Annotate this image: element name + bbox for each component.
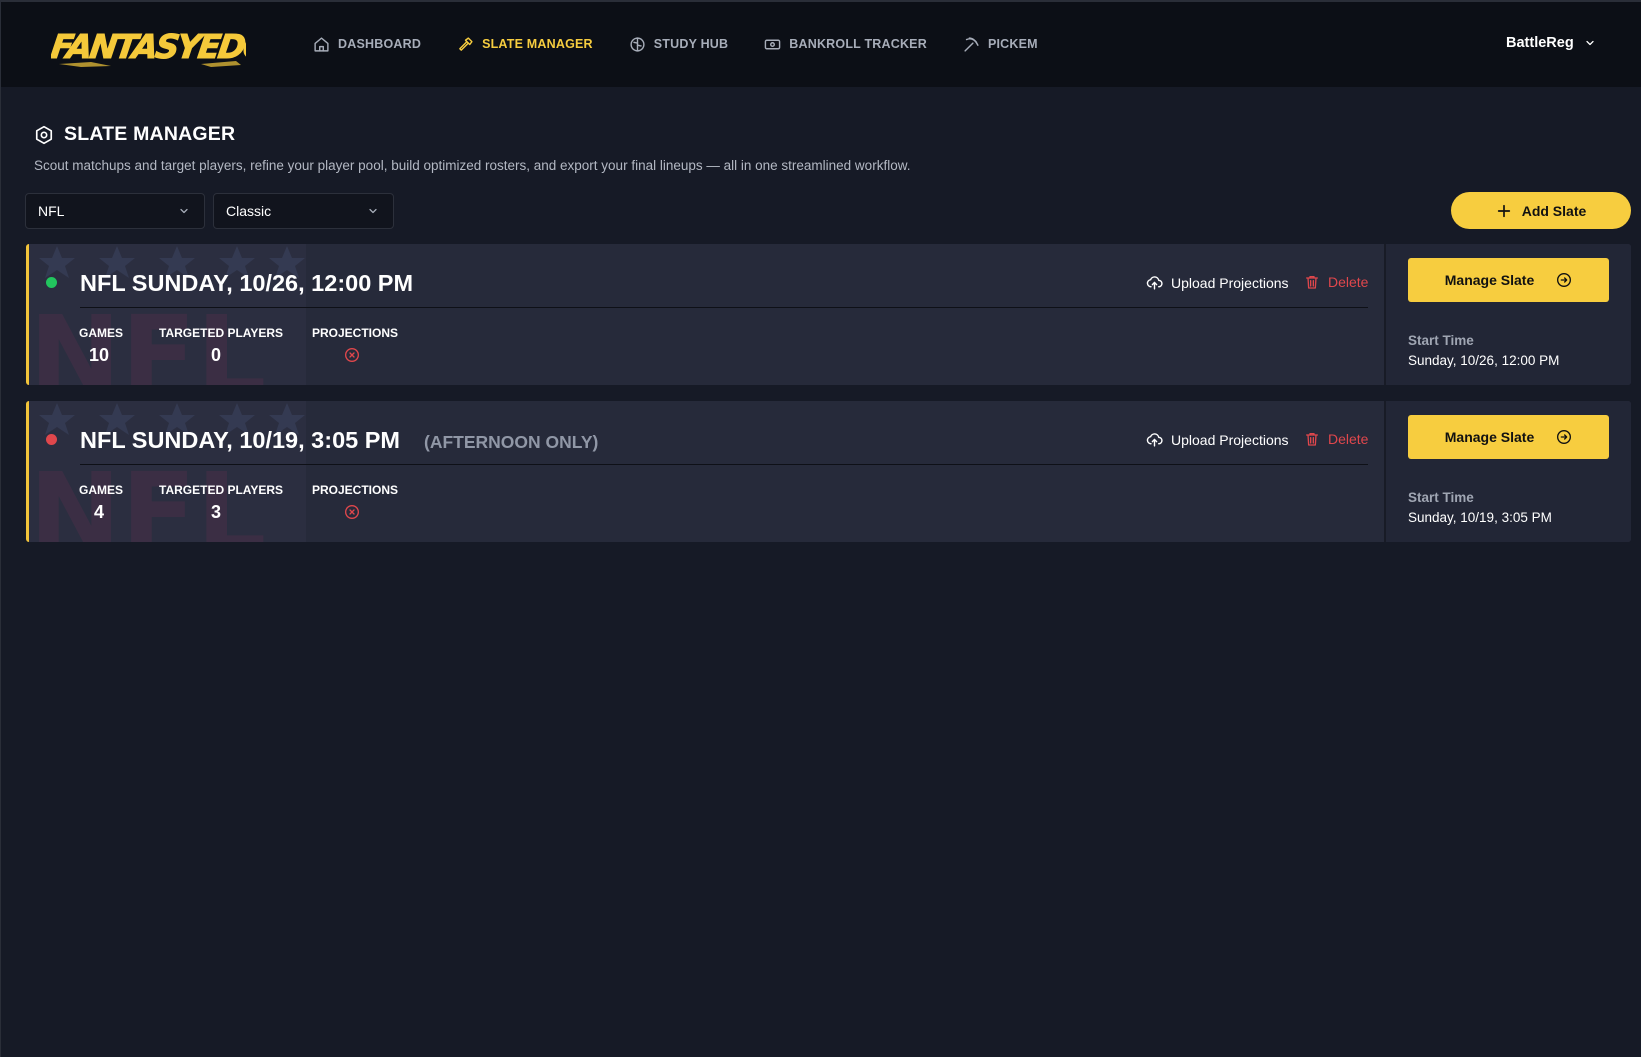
slate-subtitle: (AFTERNOON ONLY) (424, 432, 599, 452)
start-time-label: Start Time (1408, 333, 1474, 348)
slate-card: NFL NFL SUNDAY, 10/26, 12:00 PM Upload P… (26, 244, 1631, 385)
trash-icon (1306, 433, 1318, 446)
nav-bankroll-tracker[interactable]: BANKROLL TRACKER (764, 32, 927, 56)
fantasyedge-logo[interactable]: FANTASYEDGE (48, 20, 294, 72)
hexagon-settings-icon (35, 125, 53, 144)
logo-text: FANTASYEDGE (51, 27, 246, 66)
nav-dashboard-label: DASHBOARD (338, 37, 422, 51)
top-navbar: FANTASYEDGE DASHBOARD SLATE MANAGER STUD… (1, 2, 1641, 87)
sport-select-value: NFL (38, 203, 65, 219)
slate-actions-panel: Manage Slate Start Time Sunday, 10/26, 1… (1384, 244, 1631, 385)
targeted-players-label: TARGETED PLAYERS (159, 326, 284, 340)
status-indicator (46, 277, 57, 288)
nav-pickem-label: PICKEM (987, 37, 1038, 51)
slate-card: NFL NFL SUNDAY, 10/19, 3:05 PM (AFTERNOO… (26, 401, 1631, 542)
chevron-down-icon (180, 208, 188, 214)
upload-projections-label: Upload Projections (1171, 431, 1289, 448)
home-icon (314, 36, 329, 52)
targeted-players-value: 3 (210, 502, 221, 522)
nav-bankroll-tracker-label: BANKROLL TRACKER (789, 37, 927, 51)
banknote-icon (764, 39, 781, 49)
projections-label: PROJECTIONS (312, 326, 399, 340)
games-stat: GAMES 10 (79, 326, 124, 366)
circle-x-icon (345, 505, 359, 519)
start-time-value: Sunday, 10/26, 12:00 PM (1408, 353, 1560, 368)
chevron-down-icon (369, 208, 377, 214)
projections-stat: PROJECTIONS (312, 326, 399, 363)
circle-x-icon (345, 348, 359, 362)
divider (80, 307, 1368, 308)
nav-slate-manager-label: SLATE MANAGER (482, 37, 593, 51)
nav-pickem[interactable]: PICKEM (963, 32, 1038, 56)
slate-title: NFL SUNDAY, 10/26, 12:00 PM (80, 270, 414, 296)
projections-stat: PROJECTIONS (312, 483, 399, 520)
nav-slate-manager[interactable]: SLATE MANAGER (457, 32, 593, 56)
format-select-value: Classic (226, 203, 272, 219)
plus-icon (1497, 204, 1510, 217)
cloud-upload-icon (1146, 276, 1163, 290)
nav-study-hub-label: STUDY HUB (653, 37, 729, 51)
trash-icon (1306, 276, 1318, 289)
manage-slate-label: Manage Slate (1444, 429, 1535, 445)
add-slate-button[interactable]: Add Slate (1451, 192, 1631, 229)
projections-label: PROJECTIONS (312, 483, 399, 497)
status-indicator (46, 434, 57, 445)
page-title: SLATE MANAGER (34, 123, 235, 146)
circle-arrow-right-icon (1557, 273, 1572, 287)
manage-slate-button[interactable]: Manage Slate (1408, 258, 1609, 302)
chevron-down-icon (1586, 40, 1594, 46)
targeted-players-stat: TARGETED PLAYERS 0 (159, 326, 284, 366)
delete-slate-button[interactable]: Delete (1304, 274, 1368, 290)
manage-slate-button[interactable]: Manage Slate (1408, 415, 1609, 459)
nav-dashboard[interactable]: DASHBOARD (313, 32, 421, 56)
cloud-upload-icon (1146, 433, 1163, 447)
page-description: Scout matchups and target players, refin… (34, 158, 911, 173)
games-label: GAMES (79, 326, 124, 340)
add-slate-label: Add Slate (1521, 202, 1587, 219)
games-value: 4 (93, 502, 104, 522)
circle-arrow-right-icon (1557, 430, 1572, 444)
page-title-text: SLATE MANAGER (64, 123, 236, 145)
sport-select[interactable]: NFL (25, 193, 205, 229)
main-nav: DASHBOARD SLATE MANAGER STUDY HUB BANKRO… (313, 32, 1074, 56)
delete-label: Delete (1328, 431, 1369, 447)
start-time-value: Sunday, 10/19, 3:05 PM (1408, 510, 1552, 525)
targeted-players-stat: TARGETED PLAYERS 3 (159, 483, 284, 523)
targeted-players-value: 0 (210, 345, 221, 365)
brain-icon (630, 36, 645, 52)
start-time-label: Start Time (1408, 490, 1474, 505)
nav-study-hub[interactable]: STUDY HUB (629, 32, 729, 56)
slate-title: NFL SUNDAY, 10/19, 3:05 PM (80, 427, 400, 453)
games-stat: GAMES 4 (79, 483, 124, 523)
targeted-players-label: TARGETED PLAYERS (159, 483, 284, 497)
user-menu[interactable]: BattleReg (1506, 35, 1596, 51)
pickaxe-icon (964, 36, 979, 52)
format-select[interactable]: Classic (213, 193, 394, 229)
manage-slate-label: Manage Slate (1444, 272, 1535, 288)
slate-actions-panel: Manage Slate Start Time Sunday, 10/19, 3… (1384, 401, 1631, 542)
divider (80, 464, 1368, 465)
games-label: GAMES (79, 483, 124, 497)
upload-projections-button[interactable]: Upload Projections (1146, 274, 1289, 291)
games-value: 10 (88, 345, 110, 365)
upload-projections-label: Upload Projections (1171, 274, 1289, 291)
delete-slate-button[interactable]: Delete (1304, 431, 1368, 447)
hammer-icon (459, 36, 473, 51)
delete-label: Delete (1328, 274, 1369, 290)
upload-projections-button[interactable]: Upload Projections (1146, 431, 1289, 448)
username: BattleReg (1506, 35, 1574, 51)
